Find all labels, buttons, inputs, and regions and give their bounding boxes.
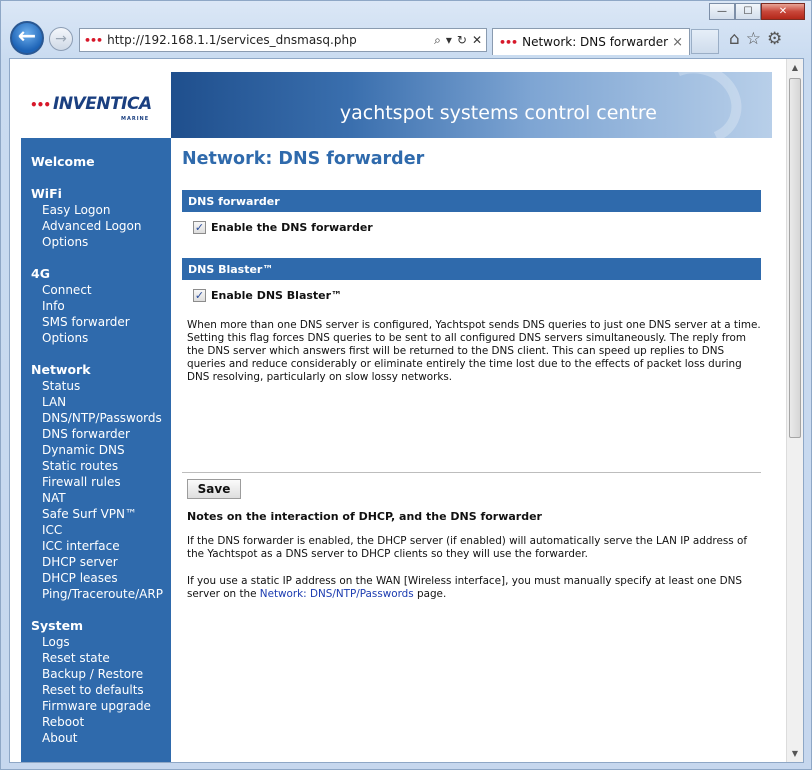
scrollbar-thumb[interactable] [789, 78, 801, 438]
dns-blaster-description: When more than one DNS server is configu… [187, 319, 761, 383]
enable-dns-blaster-row: ✓ Enable DNS Blaster™ [193, 289, 342, 302]
notes-heading: Notes on the interaction of DHCP, and th… [187, 510, 542, 523]
page-title: Network: DNS forwarder [182, 149, 425, 169]
scroll-up-arrow-icon[interactable]: ▲ [787, 59, 803, 76]
sidebar-section-4g: 4G Connect Info SMS forwarder Options [31, 266, 130, 346]
sidebar-item-firmware-upgrade[interactable]: Firmware upgrade [31, 698, 151, 714]
save-button[interactable]: Save [187, 479, 241, 499]
page-viewport: ••• INVENTICA MARINE yachtspot systems c… [9, 58, 804, 763]
forward-button[interactable]: → [49, 27, 73, 51]
favorites-star-icon[interactable]: ☆ [746, 29, 761, 49]
sidebar-heading-wifi[interactable]: WiFi [31, 186, 141, 202]
sidebar-item-lan[interactable]: LAN [31, 394, 163, 410]
enable-dns-blaster-label[interactable]: Enable DNS Blaster™ [211, 289, 342, 302]
sidebar-item-dhcp-leases[interactable]: DHCP leases [31, 570, 163, 586]
sidebar-item-dns-ntp-passwords[interactable]: DNS/NTP/Passwords [31, 410, 163, 426]
inventica-logo[interactable]: ••• INVENTICA [30, 94, 152, 114]
sidebar-item-icc-interface[interactable]: ICC interface [31, 538, 163, 554]
sidebar-item-easy-logon[interactable]: Easy Logon [31, 202, 141, 218]
enable-dns-forwarder-label[interactable]: Enable the DNS forwarder [211, 221, 373, 234]
new-tab-button[interactable] [691, 29, 719, 54]
tab-title: Network: DNS forwarder [522, 35, 669, 49]
window-controls: — ☐ ✕ [709, 3, 805, 20]
tab-network-dns-forwarder[interactable]: ••• Network: DNS forwarder × [492, 28, 690, 55]
sidebar-item-advanced-logon[interactable]: Advanced Logon [31, 218, 141, 234]
sidebar-item-dynamic-dns[interactable]: Dynamic DNS [31, 442, 163, 458]
scroll-down-arrow-icon[interactable]: ▼ [787, 745, 803, 762]
sidebar-item-reboot[interactable]: Reboot [31, 714, 151, 730]
enable-dns-forwarder-checkbox[interactable]: ✓ [193, 221, 206, 234]
sidebar-item-reset-state[interactable]: Reset state [31, 650, 151, 666]
sidebar-item-welcome[interactable]: Welcome [31, 154, 95, 169]
settings-gear-icon[interactable]: ⚙ [767, 29, 782, 49]
header-banner: yachtspot systems control centre [171, 72, 772, 138]
sidebar-heading-4g[interactable]: 4G [31, 266, 130, 282]
link-dns-ntp-passwords[interactable]: Network: DNS/NTP/Passwords [260, 588, 414, 600]
web-page: ••• INVENTICA MARINE yachtspot systems c… [21, 72, 772, 762]
sidebar-item-reset-to-defaults[interactable]: Reset to defaults [31, 682, 151, 698]
logo-dots-icon: ••• [30, 98, 51, 112]
section-header-dns-blaster: DNS Blaster™ [182, 258, 761, 280]
site-favicon-icon: ••• [84, 33, 103, 47]
notes-paragraph-dhcp: If the DNS forwarder is enabled, the DHC… [187, 535, 748, 560]
sidebar-item-icc[interactable]: ICC [31, 522, 163, 538]
tab-close-icon[interactable]: × [672, 35, 689, 50]
sidebar-item-4g-options[interactable]: Options [31, 330, 130, 346]
sidebar-item-about[interactable]: About [31, 730, 151, 746]
back-arrow-icon: ← [17, 24, 37, 49]
sidebar-item-nat[interactable]: NAT [31, 490, 163, 506]
sidebar-item-ping-traceroute-arp[interactable]: Ping/Traceroute/ARP [31, 586, 163, 602]
sidebar-heading-network[interactable]: Network [31, 362, 163, 378]
banner-title: yachtspot systems control centre [339, 102, 657, 124]
compatibility-icon[interactable]: ▾ [446, 33, 452, 48]
sidebar-item-safe-surf-vpn[interactable]: Safe Surf VPN™ [31, 506, 163, 522]
vertical-scrollbar[interactable]: ▲ ▼ [786, 59, 803, 762]
logo-subtext: MARINE [121, 116, 150, 122]
home-icon[interactable]: ⌂ [729, 29, 740, 49]
enable-dns-blaster-checkbox[interactable]: ✓ [193, 289, 206, 302]
maximize-button[interactable]: ☐ [735, 3, 761, 20]
sidebar-item-backup-restore[interactable]: Backup / Restore [31, 666, 151, 682]
enable-dns-forwarder-row: ✓ Enable the DNS forwarder [193, 221, 373, 234]
address-input[interactable]: http://192.168.1.1/services_dnsmasq.php [107, 33, 434, 47]
notes-paragraph-static-ip: If you use a static IP address on the WA… [187, 575, 761, 601]
main-content: Network: DNS forwarder DNS forwarder ✓ E… [171, 138, 772, 762]
sidebar-item-static-routes[interactable]: Static routes [31, 458, 163, 474]
section-divider [182, 472, 761, 473]
tab-favicon-icon: ••• [499, 35, 518, 49]
sidebar-heading-system[interactable]: System [31, 618, 151, 634]
sidebar-section-system: System Logs Reset state Backup / Restore… [31, 618, 151, 746]
sidebar-item-connect[interactable]: Connect [31, 282, 130, 298]
refresh-icon[interactable]: ↻ [457, 33, 467, 48]
sidebar-item-wifi-options[interactable]: Options [31, 234, 141, 250]
section-header-dns-forwarder: DNS forwarder [182, 190, 761, 212]
close-window-button[interactable]: ✕ [761, 3, 805, 20]
forward-arrow-icon: → [55, 31, 67, 47]
minimize-button[interactable]: — [709, 3, 735, 20]
back-button[interactable]: ← [10, 21, 44, 55]
browser-window: — ☐ ✕ ← → ••• http://192.168.1.1/service… [0, 0, 812, 770]
search-icon[interactable]: ⌕ [434, 33, 441, 48]
logo-text: INVENTICA [53, 94, 152, 114]
sidebar-item-firewall-rules[interactable]: Firewall rules [31, 474, 163, 490]
sidebar-item-dhcp-server[interactable]: DHCP server [31, 554, 163, 570]
sidebar-item-logs[interactable]: Logs [31, 634, 151, 650]
address-bar[interactable]: ••• http://192.168.1.1/services_dnsmasq.… [79, 28, 487, 52]
logo-area: ••• INVENTICA MARINE [21, 72, 171, 138]
stop-icon[interactable]: ✕ [472, 33, 482, 48]
sidebar-nav: Welcome WiFi Easy Logon Advanced Logon O… [21, 138, 171, 762]
sidebar-section-wifi: WiFi Easy Logon Advanced Logon Options [31, 186, 141, 250]
notes-text-after-link: page. [413, 588, 447, 600]
sidebar-item-sms-forwarder[interactable]: SMS forwarder [31, 314, 130, 330]
sidebar-item-info[interactable]: Info [31, 298, 130, 314]
sidebar-section-network: Network Status LAN DNS/NTP/Passwords DNS… [31, 362, 163, 602]
sidebar-item-status[interactable]: Status [31, 378, 163, 394]
sidebar-item-dns-forwarder[interactable]: DNS forwarder [31, 426, 163, 442]
banner-swirl-graphic [641, 72, 753, 138]
